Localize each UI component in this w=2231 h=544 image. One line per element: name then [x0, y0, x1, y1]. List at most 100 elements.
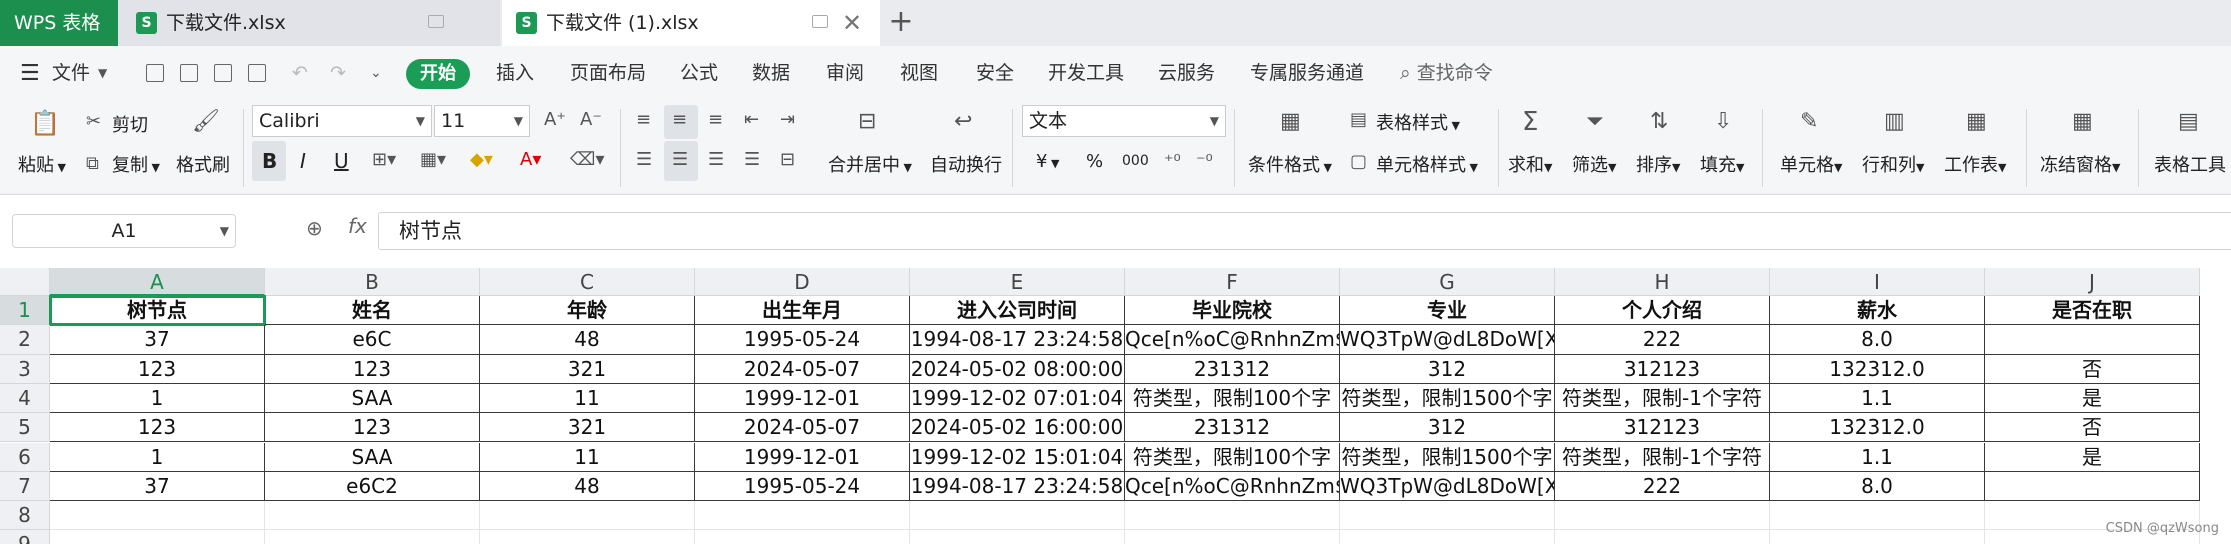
- sort-button[interactable]: 排序▼: [1636, 151, 1680, 177]
- row-header[interactable]: 8: [0, 501, 50, 531]
- table-cell[interactable]: 48: [480, 471, 695, 502]
- empty-cell[interactable]: [1770, 501, 1985, 531]
- window-restore-icon[interactable]: [812, 15, 828, 28]
- table-cell[interactable]: 1994-08-17 23:24:58: [910, 325, 1125, 355]
- table-cell[interactable]: 123: [50, 354, 265, 384]
- table-cell[interactable]: 否: [1985, 354, 2200, 384]
- chevron-down-icon[interactable]: ▼: [98, 46, 107, 101]
- header-cell[interactable]: 薪水: [1770, 296, 1985, 326]
- header-cell[interactable]: 进入公司时间: [910, 296, 1125, 326]
- table-cell[interactable]: 312123: [1555, 413, 1770, 443]
- window-restore-icon[interactable]: [428, 15, 444, 28]
- table-cell[interactable]: Qce[n%oC@RnhnZm$(z: [1125, 325, 1340, 355]
- header-cell[interactable]: 专业: [1340, 296, 1555, 326]
- empty-cell[interactable]: [50, 530, 265, 544]
- table-cell[interactable]: 48: [480, 325, 695, 355]
- tab-page-layout[interactable]: 页面布局: [570, 46, 646, 101]
- table-cell[interactable]: 1995-05-24: [695, 325, 910, 355]
- conditional-format-button[interactable]: 条件格式 ▼: [1248, 151, 1332, 177]
- tab-formula[interactable]: 公式: [680, 46, 718, 101]
- table-cell[interactable]: 1: [50, 442, 265, 472]
- table-cell[interactable]: 123: [265, 354, 480, 384]
- redo-icon[interactable]: ↷: [330, 46, 346, 101]
- format-painter-button[interactable]: 格式刷: [176, 151, 230, 177]
- customize-toolbar-icon[interactable]: ⌄: [370, 46, 382, 101]
- column-header-b[interactable]: B: [265, 268, 480, 296]
- tab-security[interactable]: 安全: [976, 46, 1014, 101]
- close-tab-icon[interactable]: ✕: [842, 0, 862, 46]
- column-header-g[interactable]: G: [1340, 268, 1555, 296]
- table-cell[interactable]: 11: [480, 442, 695, 472]
- decrease-indent-icon[interactable]: ⇤: [744, 109, 759, 130]
- empty-cell[interactable]: [1340, 501, 1555, 531]
- table-cell[interactable]: 222: [1555, 325, 1770, 355]
- table-cell[interactable]: 2024-05-07: [695, 354, 910, 384]
- cell-style-button[interactable]: 单元格样式 ▼: [1376, 151, 1478, 177]
- row-header[interactable]: 1: [0, 296, 50, 326]
- font-size-select[interactable]: 11 ▼: [434, 105, 530, 137]
- empty-cell[interactable]: [265, 530, 480, 544]
- table-cell[interactable]: 11: [480, 383, 695, 414]
- empty-cell[interactable]: [480, 501, 695, 531]
- table-cell[interactable]: e6C2: [265, 471, 480, 502]
- tab-cloud-service[interactable]: 云服务: [1158, 46, 1215, 101]
- save-icon[interactable]: [146, 64, 164, 82]
- table-cell[interactable]: 8.0: [1770, 325, 1985, 355]
- table-cell[interactable]: WQ3TpW@dL8DoW[Xg: [1340, 325, 1555, 355]
- column-header-i[interactable]: I: [1770, 268, 1985, 296]
- function-icon[interactable]: fx: [348, 214, 367, 238]
- table-cell[interactable]: [1985, 325, 2200, 355]
- table-cell[interactable]: WQ3TpW@dL8DoW[Xg: [1340, 471, 1555, 502]
- table-cell[interactable]: 符类型，限制1500个字: [1340, 383, 1555, 414]
- decrease-font-icon[interactable]: A⁻: [580, 109, 602, 130]
- table-cell[interactable]: 1995-05-24: [695, 471, 910, 502]
- clear-format-icon[interactable]: ⌫▾: [570, 149, 605, 170]
- table-cell[interactable]: 符类型，限制-1个字符: [1555, 442, 1770, 472]
- table-cell[interactable]: 123: [265, 413, 480, 443]
- distributed-icon[interactable]: ⊟: [780, 149, 795, 170]
- column-header-f[interactable]: F: [1125, 268, 1340, 296]
- column-header-h[interactable]: H: [1555, 268, 1770, 296]
- empty-cell[interactable]: [1555, 530, 1770, 544]
- table-cell[interactable]: 1: [50, 383, 265, 414]
- empty-cell[interactable]: [910, 501, 1125, 531]
- table-cell[interactable]: 1994-08-17 23:24:58: [910, 471, 1125, 502]
- row-col-button[interactable]: 行和列▼: [1862, 151, 1924, 177]
- column-header-c[interactable]: C: [480, 268, 695, 296]
- column-header-j[interactable]: J: [1985, 268, 2200, 296]
- table-cell[interactable]: 132312.0: [1770, 413, 1985, 443]
- wrap-text-button[interactable]: 自动换行: [930, 151, 1002, 177]
- number-format-select[interactable]: 文本 ▼: [1022, 105, 1226, 137]
- name-box[interactable]: A1 ▼: [12, 214, 236, 248]
- table-cell[interactable]: 321: [480, 413, 695, 443]
- header-cell[interactable]: 姓名: [265, 296, 480, 326]
- fill-color-icon[interactable]: ◆▾: [470, 149, 493, 170]
- table-cell[interactable]: 符类型，限制-1个字符: [1555, 383, 1770, 414]
- increase-font-icon[interactable]: A⁺: [544, 109, 566, 130]
- table-cell[interactable]: 231312: [1125, 354, 1340, 384]
- export-pdf-icon[interactable]: [180, 64, 198, 82]
- table-cell[interactable]: 1999-12-01: [695, 442, 910, 472]
- freeze-panes-button[interactable]: 冻结窗格▼: [2040, 151, 2120, 177]
- table-cell[interactable]: 符类型，限制100个字: [1125, 383, 1340, 414]
- table-cell[interactable]: SAA: [265, 383, 480, 414]
- font-name-select[interactable]: Calibri ▼: [252, 105, 432, 137]
- empty-cell[interactable]: [1770, 530, 1985, 544]
- underline-button[interactable]: U: [334, 149, 349, 173]
- print-preview-icon[interactable]: [248, 64, 266, 82]
- select-all-corner[interactable]: [0, 268, 50, 296]
- sum-button[interactable]: 求和▼: [1508, 151, 1552, 177]
- formula-input[interactable]: 树节点: [378, 212, 2231, 250]
- tab-data[interactable]: 数据: [752, 46, 790, 101]
- row-header[interactable]: 6: [0, 442, 50, 472]
- table-cell[interactable]: SAA: [265, 442, 480, 472]
- cut-button[interactable]: 剪切: [112, 111, 148, 137]
- empty-cell[interactable]: [480, 530, 695, 544]
- table-cell[interactable]: 1999-12-01: [695, 383, 910, 414]
- column-header-e[interactable]: E: [910, 268, 1125, 296]
- empty-cell[interactable]: [265, 501, 480, 531]
- table-cell[interactable]: 1999-12-02 07:01:04: [910, 383, 1125, 414]
- zoom-icon[interactable]: ⊕: [306, 216, 323, 240]
- row-header[interactable]: 3: [0, 354, 50, 384]
- table-cell[interactable]: 是: [1985, 383, 2200, 414]
